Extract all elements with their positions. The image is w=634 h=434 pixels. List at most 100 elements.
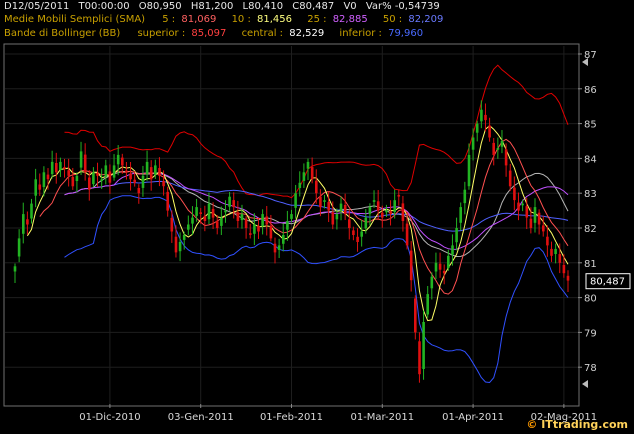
price-chart[interactable]: 78 79 80 81 82 83 84 85 86 87 01-Dic-2010 03-Gen-2… [0, 0, 634, 434]
candle-body [542, 225, 545, 232]
candle-body [88, 177, 91, 190]
candle-body [517, 202, 520, 211]
x-axis: 01-Dic-2010 03-Gen-2011 01-Feb-2011 01-Mar-… [79, 404, 597, 423]
candle [257, 218, 260, 239]
candle [104, 159, 108, 185]
candle-body [215, 221, 219, 228]
candle [566, 270, 570, 293]
candle-body [145, 161, 149, 175]
candle-body [42, 172, 46, 188]
candle-body [364, 217, 368, 229]
candle [455, 217, 458, 251]
candle [67, 158, 70, 187]
candle-body [525, 206, 529, 218]
candle-body [381, 212, 384, 218]
candle-body [414, 298, 417, 333]
candle-body [46, 174, 50, 180]
candle [546, 225, 549, 257]
candle [125, 161, 128, 180]
candle-body [327, 202, 330, 211]
candle-body [554, 248, 557, 254]
candle-body [191, 217, 194, 224]
y-tick-label: 81 [584, 259, 597, 270]
candle [13, 263, 17, 283]
candle-body [286, 221, 289, 230]
candle [418, 332, 421, 383]
candle-body [372, 200, 376, 202]
candle-body [112, 165, 116, 178]
candle [232, 192, 235, 219]
candle-body [537, 212, 541, 225]
candle-body [141, 175, 145, 188]
candle [129, 162, 132, 191]
candle-body [26, 219, 29, 225]
candle-body [533, 207, 537, 223]
candle [542, 215, 545, 237]
candle [475, 120, 479, 142]
candle-body [67, 170, 70, 176]
candle [360, 219, 363, 247]
candle-body [389, 211, 392, 215]
candle [302, 163, 306, 188]
candle [562, 254, 566, 278]
candle [554, 243, 557, 264]
candle-body [125, 170, 128, 173]
candle-body [513, 187, 516, 201]
candle-body [480, 109, 483, 122]
candle-body [442, 270, 446, 274]
candle-body [55, 163, 58, 173]
candle-body [475, 123, 479, 133]
candle-body [339, 203, 343, 211]
candle-body [430, 276, 434, 289]
candle [463, 181, 467, 215]
candle [207, 192, 211, 225]
moving-averages [26, 125, 569, 322]
candle-body [306, 161, 310, 169]
candle [191, 206, 194, 236]
last-price-label: 80,487 [590, 277, 625, 288]
scroll-down-icon[interactable] [582, 380, 588, 388]
candle-body [249, 233, 252, 235]
candle [55, 152, 58, 184]
candle-body [232, 200, 235, 208]
candle [488, 117, 491, 142]
candle [294, 184, 297, 219]
candle-body [455, 228, 458, 243]
candle [34, 168, 37, 208]
candle-body [154, 165, 157, 175]
candle-body [492, 142, 495, 155]
candle [401, 195, 405, 232]
brand-watermark: © ITtrading.com [526, 418, 628, 431]
candle [108, 164, 112, 194]
x-tick-label: 01-Dic-2010 [79, 412, 140, 423]
candle-body [92, 172, 95, 185]
candle-body [116, 154, 120, 165]
candle [339, 196, 343, 221]
candle-body [13, 266, 17, 272]
candle [50, 150, 54, 179]
last-price-marker: 80,487 [585, 273, 631, 290]
candle [203, 205, 207, 232]
candle [187, 215, 190, 236]
candle [459, 202, 462, 231]
candle-body [488, 125, 491, 138]
candle [496, 137, 500, 159]
candle-body [385, 210, 388, 213]
candle-body [310, 167, 314, 180]
candle-body [422, 322, 425, 369]
brand-name: ITtrading.com [541, 418, 628, 431]
candle [438, 252, 442, 278]
candle-body [550, 248, 553, 256]
candle [422, 310, 425, 380]
candle [290, 209, 293, 223]
candle-body [261, 214, 264, 227]
candle-body [562, 265, 566, 274]
candle-body [195, 207, 198, 216]
candle [75, 172, 79, 193]
candle [471, 128, 475, 161]
candle-body [104, 165, 108, 177]
candle [306, 158, 310, 181]
candle-body [22, 214, 25, 234]
candle [434, 252, 438, 280]
candle-body [335, 214, 339, 220]
